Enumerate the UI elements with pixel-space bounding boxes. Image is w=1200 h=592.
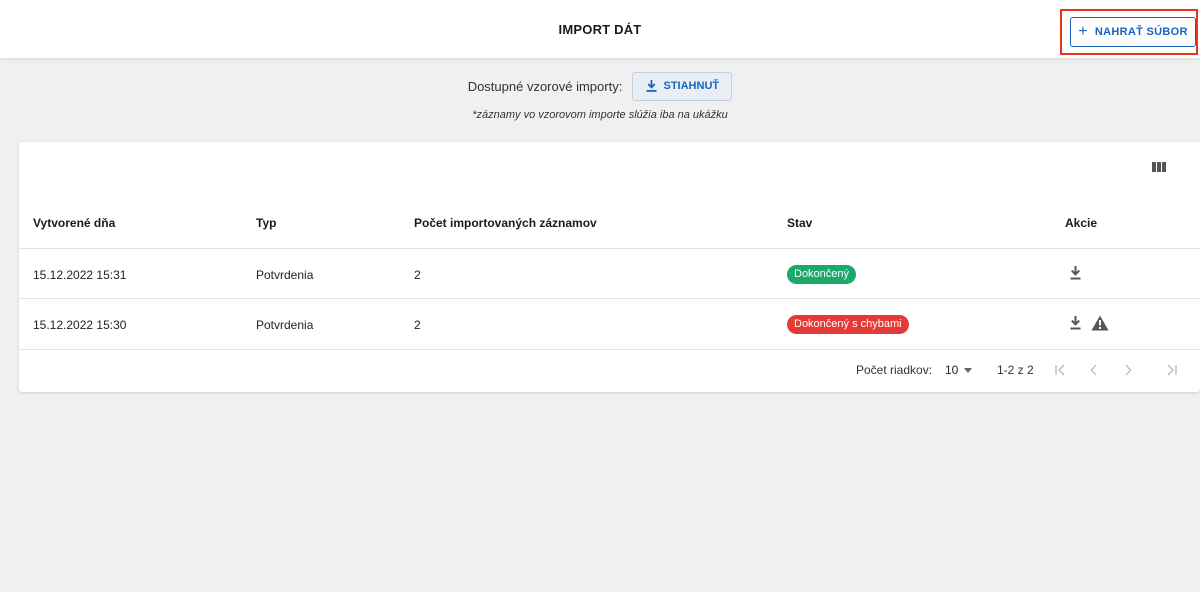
download-icon[interactable] <box>1070 316 1081 330</box>
rows-per-page-value: 10 <box>945 363 959 377</box>
plus-icon: + <box>1078 23 1088 40</box>
next-page-icon[interactable] <box>1118 360 1138 380</box>
upload-file-label: NAHRAŤ SÚBOR <box>1094 26 1188 38</box>
first-page-icon[interactable] <box>1050 360 1070 380</box>
download-samples-label: STIAHNUŤ <box>663 80 720 92</box>
last-page-icon[interactable] <box>1162 360 1182 380</box>
status-badge: Dokončený s chybami <box>787 315 909 334</box>
caret-down-icon <box>964 367 973 373</box>
row-divider <box>19 298 1200 299</box>
cell-type: Potvrdenia <box>256 318 314 332</box>
cell-created: 15.12.2022 15:30 <box>33 318 127 332</box>
imports-table-card: Vytvorené dňa Typ Počet importovaných zá… <box>19 142 1200 392</box>
column-header-status[interactable]: Stav <box>787 216 812 230</box>
rows-per-page-label: Počet riadkov: <box>856 363 933 377</box>
cell-type: Potvrdenia <box>256 268 314 282</box>
download-samples-button[interactable]: STIAHNUŤ <box>632 71 733 101</box>
column-header-created[interactable]: Vytvorené dňa <box>33 216 115 230</box>
download-icon <box>646 80 656 92</box>
column-header-count[interactable]: Počet importovaných záznamov <box>414 216 597 230</box>
sample-imports-row: Dostupné vzorové importy: STIAHNUŤ <box>0 70 1200 102</box>
upload-file-button[interactable]: + NAHRAŤ SÚBOR <box>1070 17 1196 47</box>
app-header: IMPORT DÁT + NAHRAŤ SÚBOR <box>0 0 1200 58</box>
cell-created: 15.12.2022 15:31 <box>33 268 127 282</box>
cell-count: 2 <box>414 318 421 332</box>
row-divider <box>19 349 1200 350</box>
page-title: IMPORT DÁT <box>558 22 642 37</box>
download-icon[interactable] <box>1070 266 1081 280</box>
sample-imports-label: Dostupné vzorové importy: <box>467 78 623 94</box>
view-columns-icon[interactable] <box>1152 161 1166 173</box>
pagination-range: 1-2 z 2 <box>997 363 1034 377</box>
sample-imports-note: *záznamy vo vzorovom importe slúžia iba … <box>472 109 728 121</box>
rows-per-page-select[interactable]: 10 <box>945 360 979 380</box>
status-badge: Dokončený <box>787 265 857 284</box>
warning-icon[interactable] <box>1091 315 1109 331</box>
column-header-actions: Akcie <box>1065 216 1098 230</box>
cell-count: 2 <box>414 268 421 282</box>
header-divider <box>19 248 1200 249</box>
column-header-type[interactable]: Typ <box>256 216 276 230</box>
previous-page-icon[interactable] <box>1084 360 1104 380</box>
